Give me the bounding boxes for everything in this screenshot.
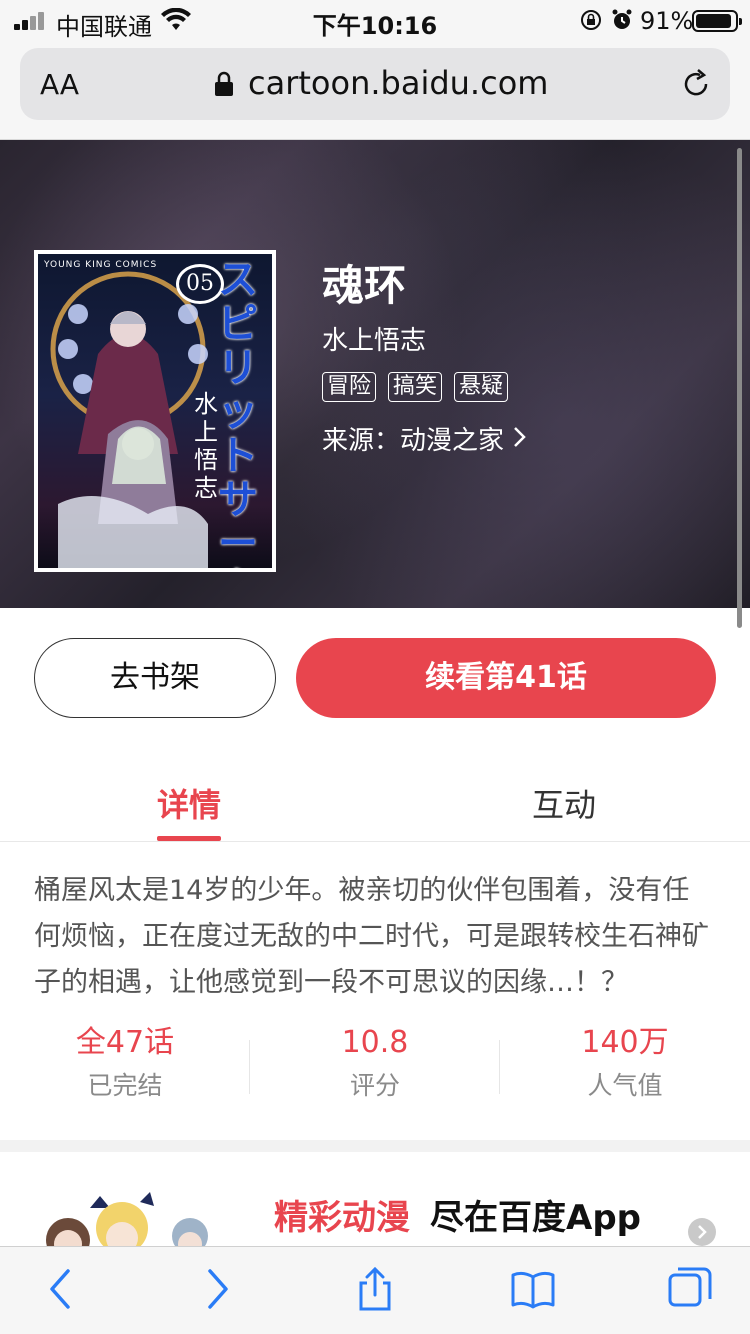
lock-icon: [215, 71, 233, 96]
text-size-button[interactable]: AA: [40, 68, 79, 101]
forward-icon[interactable]: [192, 1265, 240, 1313]
stat-popularity: 140万 人气值: [500, 1020, 750, 1106]
comic-header: YOUNG KING COMICS 05 スピリットサークル 水上悟志 魂环 水…: [0, 140, 750, 608]
genre-tags: 冒险 搞笑 悬疑: [322, 372, 509, 402]
browser-toolbar: [0, 1246, 750, 1334]
stat-rating: 10.8 评分: [250, 1020, 500, 1106]
cover-publisher: YOUNG KING COMICS: [44, 260, 158, 270]
wifi-icon: [161, 8, 191, 30]
genre-tag[interactable]: 悬疑: [454, 372, 509, 402]
continue-reading-button[interactable]: 续看第41话: [296, 638, 716, 718]
stat-value: 140万: [581, 1025, 669, 1060]
genre-tag[interactable]: 搞笑: [388, 372, 443, 402]
battery-percent: 91%: [640, 7, 694, 35]
stat-value: 全47话: [75, 1025, 175, 1060]
comic-author[interactable]: 水上悟志: [322, 320, 426, 357]
stat-label: 评分: [349, 1071, 400, 1100]
promo-characters-image: [46, 1192, 208, 1246]
scrollbar[interactable]: [737, 148, 742, 628]
signal-icon: [14, 12, 48, 30]
alarm-icon: [612, 9, 632, 29]
bookshelf-button[interactable]: 去书架: [34, 638, 276, 718]
tab-details[interactable]: 详情: [157, 780, 221, 826]
comic-title: 魂环: [322, 261, 407, 310]
cover-title-text: スピリットサークル: [218, 257, 258, 568]
genre-tag[interactable]: 冒险: [322, 372, 377, 402]
tab-interaction[interactable]: 互动: [532, 780, 596, 826]
promo-chevron-icon[interactable]: [688, 1218, 716, 1246]
cover-author-text: 水上悟志: [194, 390, 218, 502]
section-divider: [0, 1140, 750, 1152]
reload-icon[interactable]: [680, 68, 712, 100]
app-promo-banner[interactable]: 精彩动漫 尽在百度App: [0, 1152, 750, 1246]
stat-chapters: 全47话 已完结: [0, 1020, 250, 1106]
stat-label: 已完结: [87, 1071, 163, 1100]
address-bar[interactable]: AA cartoon.baidu.com: [20, 48, 730, 120]
stat-label: 人气值: [587, 1071, 663, 1100]
carrier-name: 中国联通: [56, 13, 152, 41]
url-text[interactable]: cartoon.baidu.com: [248, 64, 548, 102]
chevron-right-icon[interactable]: [512, 426, 528, 448]
stats-row: 全47话 已完结 10.8 评分 140万 人气值: [0, 1020, 750, 1120]
orientation-lock-icon: [581, 10, 601, 30]
status-bar: 中国联通 下午10:16 91%: [0, 0, 750, 41]
active-tab-indicator: [157, 836, 221, 841]
synopsis-text: 桶屋风太是14岁的少年。被亲切的伙伴包围着，没有任何烦恼，正在度过无敌的中二时代…: [34, 875, 709, 998]
browser-chrome: AA cartoon.baidu.com: [0, 40, 750, 140]
tab-bar: 详情 互动: [0, 760, 750, 842]
bookmarks-icon[interactable]: [509, 1265, 557, 1313]
share-icon[interactable]: [351, 1265, 399, 1313]
cover-volume: 05: [176, 264, 224, 304]
promo-highlight: 精彩动漫: [274, 1198, 410, 1238]
source-link[interactable]: 来源：动漫之家: [322, 420, 504, 457]
stat-value: 10.8: [341, 1025, 409, 1060]
promo-text: 尽在百度App: [430, 1198, 641, 1238]
battery-icon: [692, 10, 742, 32]
tabs-icon[interactable]: [666, 1265, 714, 1313]
text-size-label: AA: [40, 68, 80, 101]
back-icon[interactable]: [38, 1265, 86, 1313]
comic-cover[interactable]: YOUNG KING COMICS 05 スピリットサークル 水上悟志: [34, 250, 276, 572]
